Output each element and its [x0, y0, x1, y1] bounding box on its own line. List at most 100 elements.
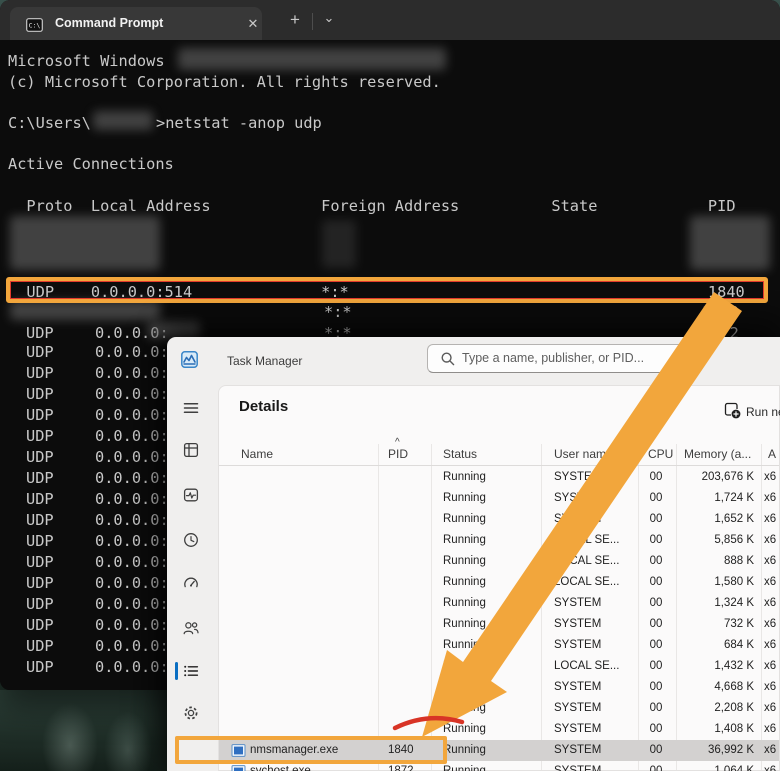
netstat-proto: UDP	[26, 427, 54, 445]
cell-name: svchost.exe	[250, 765, 311, 771]
cell-memory: 684 K	[724, 639, 754, 651]
cell-cpu: 00	[640, 744, 672, 756]
tab-close-icon[interactable]: ✕	[244, 15, 262, 33]
cell-status: Running	[443, 723, 486, 735]
netstat-proto: UDP	[26, 469, 54, 487]
terminal-tab-command-prompt[interactable]: C:\ Command Prompt ✕	[10, 7, 262, 40]
column-header-status[interactable]: Status	[443, 447, 477, 461]
sidebar-app-history-icon[interactable]	[182, 531, 200, 549]
cell-status: Running	[443, 681, 486, 693]
cell-user: SYSTEM	[554, 681, 601, 693]
cell-arch: x6	[764, 576, 776, 588]
cell-arch: x6	[764, 618, 776, 630]
process-row[interactable]: Running LOCAL SE... 00 5,856 K x6	[219, 530, 779, 551]
column-header-cpu[interactable]: CPU	[648, 447, 673, 461]
cell-arch: x6	[764, 744, 776, 756]
cell-cpu: 00	[640, 492, 672, 504]
column-header-memory[interactable]: Memory (a...	[684, 447, 751, 461]
cell-cpu: 00	[640, 618, 672, 630]
hamburger-menu-icon[interactable]	[182, 399, 200, 417]
column-header-user[interactable]: User name	[554, 447, 613, 461]
cell-status: Running	[443, 702, 486, 714]
nmsmanager-highlight-box	[175, 736, 447, 764]
process-row[interactable]: Running SYSTEM 00 1,652 K x6	[219, 509, 779, 530]
search-box[interactable]: Type a name, publisher, or PID...	[427, 344, 702, 373]
process-row[interactable]: Running SYSTEM 00 1,724 K x6	[219, 488, 779, 509]
netstat-proto: UDP	[26, 658, 54, 676]
cell-cpu: 00	[640, 702, 672, 714]
process-row[interactable]: Running LOCAL SE... 00 1,432 K x6	[219, 656, 779, 677]
svg-text:C:\: C:\	[29, 22, 41, 30]
sidebar-startup-apps-icon[interactable]	[182, 574, 200, 592]
netstat-highlight-box-inner	[10, 281, 764, 299]
cell-memory: 888 K	[724, 555, 754, 567]
cell-cpu: 00	[640, 555, 672, 567]
tab-dropdown-icon[interactable]: ⌄	[318, 8, 340, 28]
new-tab-icon[interactable]: +	[284, 10, 306, 30]
process-row[interactable]: Running LOCAL SE... 00 1,580 K x6	[219, 572, 779, 593]
cell-user: SYSTEM	[554, 513, 601, 525]
sidebar-users-icon[interactable]	[182, 619, 200, 637]
terminal-titlebar[interactable]: C:\ Command Prompt ✕ + ⌄	[0, 0, 780, 40]
sidebar-services-icon[interactable]	[182, 704, 200, 722]
process-row[interactable]: Running SYSTEM 00 684 K x6	[219, 635, 779, 656]
cell-arch: x6	[764, 492, 776, 504]
terminal-line-copyright: (c) Microsoft Corporation. All rights re…	[8, 72, 441, 92]
sidebar-details-icon[interactable]	[182, 662, 200, 680]
netstat-proto: UDP	[26, 448, 54, 466]
cell-memory: 1,408 K	[714, 723, 754, 735]
process-row[interactable]: Running SYSTEM 00 1,324 K x6	[219, 593, 779, 614]
cell-cpu: 00	[640, 723, 672, 735]
cell-memory: 1,324 K	[714, 597, 754, 609]
details-pane: Details Run new task Name ^ PID Status U…	[218, 385, 780, 771]
cell-arch: x6	[764, 555, 776, 567]
netstat-local: 0.0.0.0:	[95, 406, 169, 424]
process-row[interactable]: Running SYSTEM 00 2,208 K x6	[219, 698, 779, 719]
netstat-proto: UDP	[26, 364, 54, 382]
cell-arch: x6	[764, 660, 776, 672]
redacted-netstat-rows-pid	[690, 216, 770, 270]
details-table-header: Name ^ PID Status User name CPU Memory (…	[219, 444, 779, 466]
column-header-arch[interactable]: A	[768, 447, 776, 461]
sidebar-performance-icon[interactable]	[182, 486, 200, 504]
prompt-prefix: C:\Users\	[8, 113, 91, 133]
cell-user: LOCAL SE...	[554, 555, 619, 567]
sidebar-processes-icon[interactable]	[182, 441, 200, 459]
column-header-name[interactable]: Name	[241, 447, 273, 461]
cell-status: Running	[443, 471, 486, 483]
redacted-netstat-rows-left	[10, 216, 160, 270]
cell-memory: 1,724 K	[714, 492, 754, 504]
column-header-pid[interactable]: PID	[388, 447, 408, 461]
process-row[interactable]: Running SYSTEM 00 732 K x6	[219, 614, 779, 635]
cell-user: LOCAL SE...	[554, 576, 619, 588]
netstat-local: 0.0.0.0:	[95, 469, 169, 487]
cell-status: Running	[443, 597, 486, 609]
cell-user: SYSTEM	[554, 471, 601, 483]
process-row[interactable]: Running SYSTEM 00 203,676 K x6	[219, 467, 779, 488]
cell-memory: 1,432 K	[714, 660, 754, 672]
cell-status: Running	[443, 555, 486, 567]
netstat-table-header: Proto Local Address Foreign Address Stat…	[8, 196, 736, 216]
netstat-foreign: *:*	[324, 302, 352, 322]
prompt-command: >netstat -anop udp	[156, 113, 322, 133]
active-connections-label: Active Connections	[8, 154, 174, 174]
cell-memory: 5,856 K	[714, 534, 754, 546]
netstat-local: 0.0.0.0:	[95, 595, 169, 613]
cell-cpu: 00	[640, 471, 672, 483]
cell-status: Running	[443, 618, 486, 630]
cell-user: LOCAL SE...	[554, 660, 619, 672]
cell-cpu: 00	[640, 597, 672, 609]
search-placeholder: Type a name, publisher, or PID...	[462, 351, 644, 365]
cell-status: Running	[443, 660, 486, 672]
process-row[interactable]: Running SYSTEM 00 4,668 K x6	[219, 677, 779, 698]
cell-arch: x6	[764, 534, 776, 546]
cell-arch: x6	[764, 471, 776, 483]
netstat-pid: 1840	[702, 302, 739, 322]
cell-cpu: 00	[640, 513, 672, 525]
sidebar-selected-indicator	[175, 662, 178, 680]
netstat-proto: UDP	[26, 406, 54, 424]
redacted-version	[178, 48, 446, 70]
process-row[interactable]: Running LOCAL SE... 00 888 K x6	[219, 551, 779, 572]
cell-user: SYSTEM	[554, 492, 601, 504]
netstat-local: 0.0.0.0:	[95, 553, 169, 571]
